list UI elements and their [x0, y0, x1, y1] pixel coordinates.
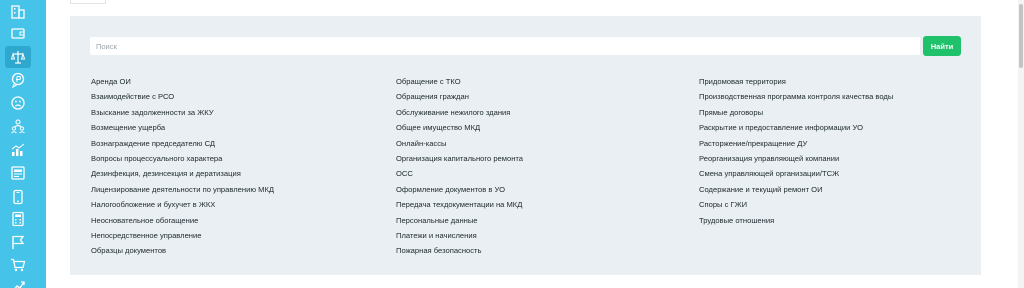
topics-column-1: Аренда ОИ Взаимодействие с РСО Взыскание… — [91, 74, 274, 259]
topic-link[interactable]: Налогообложение и бухучет в ЖКХ — [91, 197, 274, 212]
chart-icon[interactable] — [10, 142, 26, 158]
topics-panel: Найти Аренда ОИ Взаимодействие с РСО Взы… — [70, 16, 981, 275]
topic-link[interactable]: ОСС — [396, 166, 523, 181]
flag-icon[interactable] — [10, 234, 26, 250]
topic-link[interactable]: Расторжение/прекращение ДУ — [699, 136, 893, 151]
topic-link[interactable]: Дезинфекция, дезинсекция и дератизация — [91, 166, 274, 181]
topic-link[interactable]: Возмещение ущерба — [91, 120, 274, 135]
topic-link[interactable]: Содержание и текущий ремонт ОИ — [699, 182, 893, 197]
sidebar — [0, 0, 46, 288]
topic-link[interactable]: Платежи и начисления — [396, 228, 523, 243]
topic-link[interactable]: Реорганизация управляющей компании — [699, 151, 893, 166]
topic-link[interactable]: Производственная программа контроля каче… — [699, 89, 893, 104]
scrollbar[interactable] — [1018, 0, 1024, 288]
topic-link[interactable]: Лицензирование деятельности по управлени… — [91, 182, 274, 197]
topic-link[interactable]: Обращения граждан — [396, 89, 523, 104]
topic-link[interactable]: Раскрытие и предоставление информации УО — [699, 120, 893, 135]
topic-link[interactable]: Передача техдокументации на МКД — [396, 197, 523, 212]
ruble-chat-icon[interactable] — [10, 72, 26, 88]
scrollbar-thumb[interactable] — [1019, 4, 1023, 68]
topic-link[interactable]: Непосредственное управление — [91, 228, 274, 243]
topic-link[interactable]: Взыскание задолженности за ЖКУ — [91, 105, 274, 120]
topic-link[interactable]: Аренда ОИ — [91, 74, 274, 89]
people-group-icon[interactable] — [10, 118, 26, 134]
topic-link[interactable]: Оформление документов в УО — [396, 182, 523, 197]
topic-link[interactable]: Вознаграждение председателю СД — [91, 136, 274, 151]
topic-link[interactable]: Организация капитального ремонта — [396, 151, 523, 166]
topic-link[interactable]: Обращение с ТКО — [396, 74, 523, 89]
topic-link[interactable]: Персональные данные — [396, 213, 523, 228]
building-icon[interactable] — [10, 3, 26, 19]
topic-link[interactable]: Смена управляющей организации/ТСЖ — [699, 166, 893, 181]
topic-link[interactable]: Споры с ГЖИ — [699, 197, 893, 212]
topic-link[interactable]: Трудовые отношения — [699, 213, 893, 228]
topic-link[interactable]: Придомовая территория — [699, 74, 893, 89]
cart-icon[interactable] — [10, 257, 26, 273]
calculator-icon[interactable] — [10, 211, 26, 227]
topic-link[interactable]: Онлайн-кассы — [396, 136, 523, 151]
contract-icon[interactable] — [10, 165, 26, 181]
topic-link[interactable]: Взаимодействие с РСО — [91, 89, 274, 104]
topic-link[interactable]: Неосновательное обогащение — [91, 213, 274, 228]
topic-link[interactable]: Вопросы процессуального характера — [91, 151, 274, 166]
phone-icon[interactable] — [10, 189, 26, 205]
topics-column-2: Обращение с ТКО Обращения граждан Обслуж… — [396, 74, 523, 259]
top-tab-stub[interactable] — [70, 0, 106, 4]
wallet-icon[interactable] — [10, 25, 26, 41]
topic-link[interactable]: Общее имущество МКД — [396, 120, 523, 135]
topic-link[interactable]: Прямые договоры — [699, 105, 893, 120]
topic-link[interactable]: Образцы документов — [91, 243, 274, 258]
topic-link[interactable]: Пожарная безопасность — [396, 243, 523, 258]
growth-icon[interactable] — [10, 278, 26, 288]
scales-icon[interactable] — [5, 46, 31, 68]
sad-face-icon[interactable] — [10, 95, 26, 111]
topics-column-3: Придомовая территория Производственная п… — [699, 74, 893, 228]
search-button[interactable]: Найти — [923, 36, 961, 56]
topic-link[interactable]: Обслуживание нежилого здания — [396, 105, 523, 120]
search-input[interactable] — [90, 37, 920, 55]
